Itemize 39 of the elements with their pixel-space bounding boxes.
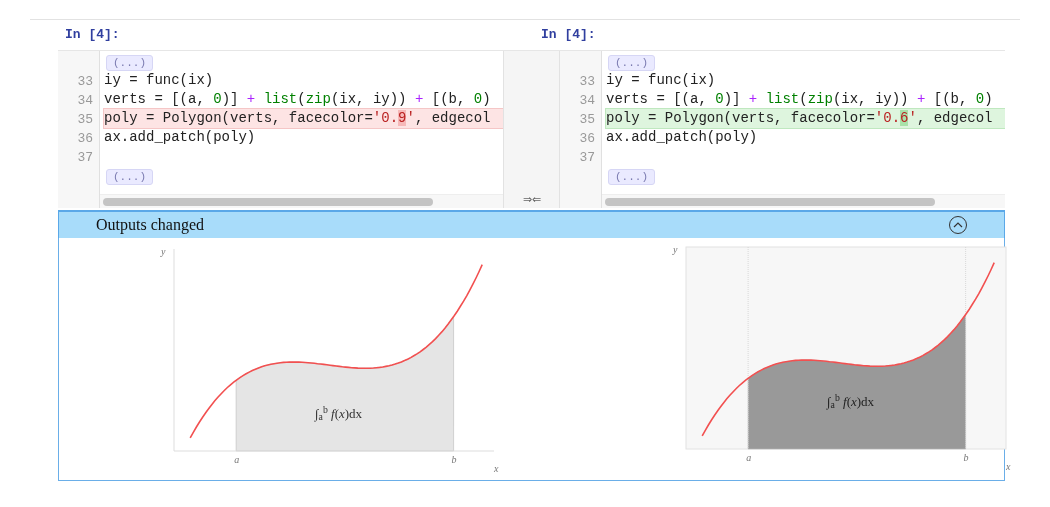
- line-number: 35: [77, 111, 93, 129]
- code-line: ax.add_patch(poly): [606, 128, 759, 147]
- axis-label: a: [234, 454, 240, 465]
- code-line: iy = func(ix): [104, 71, 215, 90]
- code-editor[interactable]: 33 34 35 36 37 (...) iy = func(ix) verts = [(a, 0)] + list(zip(ix, iy)) + [(b, 0) poly = Polygon(verts, facecolor='0.9', edgecol ax.add_patch(poly) (...): [58, 51, 503, 208]
- axis-label: b: [963, 452, 969, 463]
- cell-prompt: In [4]:: [541, 26, 597, 45]
- line-number: 36: [579, 130, 595, 148]
- axis-label: a: [746, 452, 752, 463]
- formula-label: ∫$_{a}$$^{b}$ f(x)dx: [315, 404, 363, 424]
- line-number: 34: [77, 92, 93, 110]
- axis-label: x: [494, 463, 499, 474]
- code-line: verts = [(a, 0)] + list(zip(ix, iy)) + [(b, 0): [104, 90, 492, 109]
- axis-label: x: [1006, 461, 1011, 472]
- line-number: 34: [579, 92, 595, 110]
- fold-marker[interactable]: (...): [106, 55, 153, 71]
- scrollbar-thumb[interactable]: [605, 197, 935, 206]
- outputs-title: Outputs changed: [96, 215, 204, 236]
- axis-label: b: [451, 454, 457, 465]
- merge-icon[interactable]: ⇒⇐: [522, 192, 541, 206]
- cell-prompt: In [4]:: [65, 26, 121, 45]
- code-line: iy = func(ix): [606, 71, 717, 90]
- code-line: verts = [(a, 0)] + list(zip(ix, iy)) + [(b, 0): [606, 90, 994, 109]
- line-number: 33: [77, 73, 93, 91]
- fold-marker[interactable]: (...): [608, 55, 655, 71]
- formula-label: ∫$_{a}$$^{b}$ f(x)dx: [827, 392, 875, 412]
- scrollbar-thumb[interactable]: [103, 197, 433, 206]
- outputs-header[interactable]: Outputs changed: [58, 210, 1005, 238]
- axis-label: y: [161, 246, 166, 257]
- line-number: 36: [77, 130, 93, 148]
- line-number: 33: [579, 73, 595, 91]
- line-number: 37: [579, 149, 595, 167]
- fold-marker[interactable]: (...): [608, 169, 655, 185]
- line-number: 37: [77, 149, 93, 167]
- code-line: ax.add_patch(poly): [104, 128, 257, 147]
- code-editor[interactable]: 33 34 35 36 37 (...) iy = func(ix) verts = [(a, 0)] + list(zip(ix, iy)) + [(b, 0) poly = Polygon(verts, facecolor='0.6', edgecol ax.add_patch(poly) (...): [560, 51, 1005, 208]
- axis-label: y: [673, 244, 678, 255]
- line-number: 35: [579, 111, 595, 129]
- fold-marker[interactable]: (...): [106, 169, 153, 185]
